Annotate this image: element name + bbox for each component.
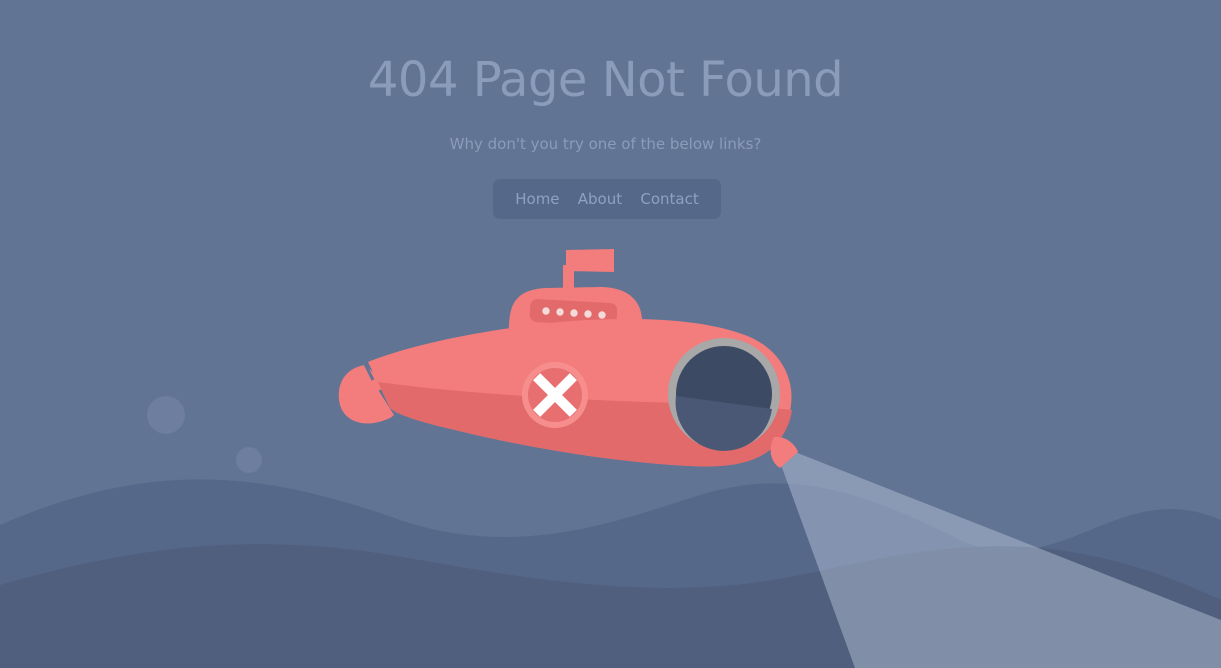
submarine — [338, 249, 798, 468]
page-subtitle: Why don't you try one of the below links… — [449, 135, 762, 153]
nav-link-home[interactable]: Home — [515, 190, 559, 208]
not-found-page: 404 Page Not Found Why don't you try one… — [0, 0, 1221, 668]
nav-link-contact[interactable]: Contact — [640, 190, 698, 208]
bubble — [147, 396, 185, 434]
page-title: 404 Page Not Found — [367, 52, 844, 108]
nav-link-about[interactable]: About — [578, 190, 622, 208]
nav-bar: Home About Contact — [493, 179, 721, 219]
bubble — [236, 447, 262, 473]
